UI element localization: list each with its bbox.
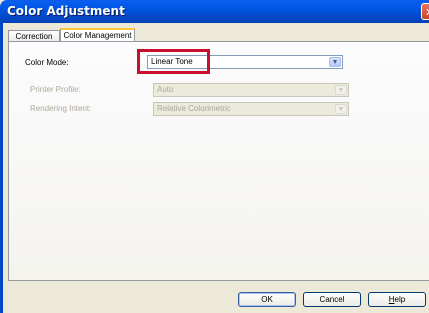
help-label-rest: elp [394, 295, 406, 304]
rendering-intent-value: Relative Colorimetric [157, 104, 231, 113]
tab-panel-color-management [8, 41, 429, 281]
color-mode-label: Color Mode: [25, 58, 69, 67]
title-bar: Color Adjustment ✕ [0, 0, 429, 23]
tab-color-management[interactable]: Color Management [60, 28, 135, 42]
chevron-down-icon[interactable]: ▼ [335, 85, 347, 95]
cancel-button[interactable]: Cancel [303, 292, 361, 307]
window-frame [0, 23, 3, 313]
chevron-down-icon[interactable]: ▼ [335, 104, 347, 114]
window-title: Color Adjustment [7, 4, 125, 18]
printer-profile-label: Printer Profile: [30, 85, 81, 94]
printer-profile-select[interactable]: Auto ▼ [153, 83, 349, 97]
rendering-intent-label: Rendering Intent: [30, 104, 92, 113]
highlight-box [137, 49, 210, 74]
tab-correction[interactable]: Correction [8, 30, 60, 41]
chevron-down-icon[interactable]: ▼ [329, 57, 341, 67]
ok-button[interactable]: OK [238, 292, 296, 307]
help-button[interactable]: Help [368, 292, 426, 307]
close-icon[interactable]: ✕ [421, 3, 429, 20]
color-adjustment-dialog: Color Adjustment ✕ Correction Color Mana… [0, 0, 429, 313]
rendering-intent-select[interactable]: Relative Colorimetric ▼ [153, 102, 349, 116]
printer-profile-value: Auto [157, 85, 174, 94]
